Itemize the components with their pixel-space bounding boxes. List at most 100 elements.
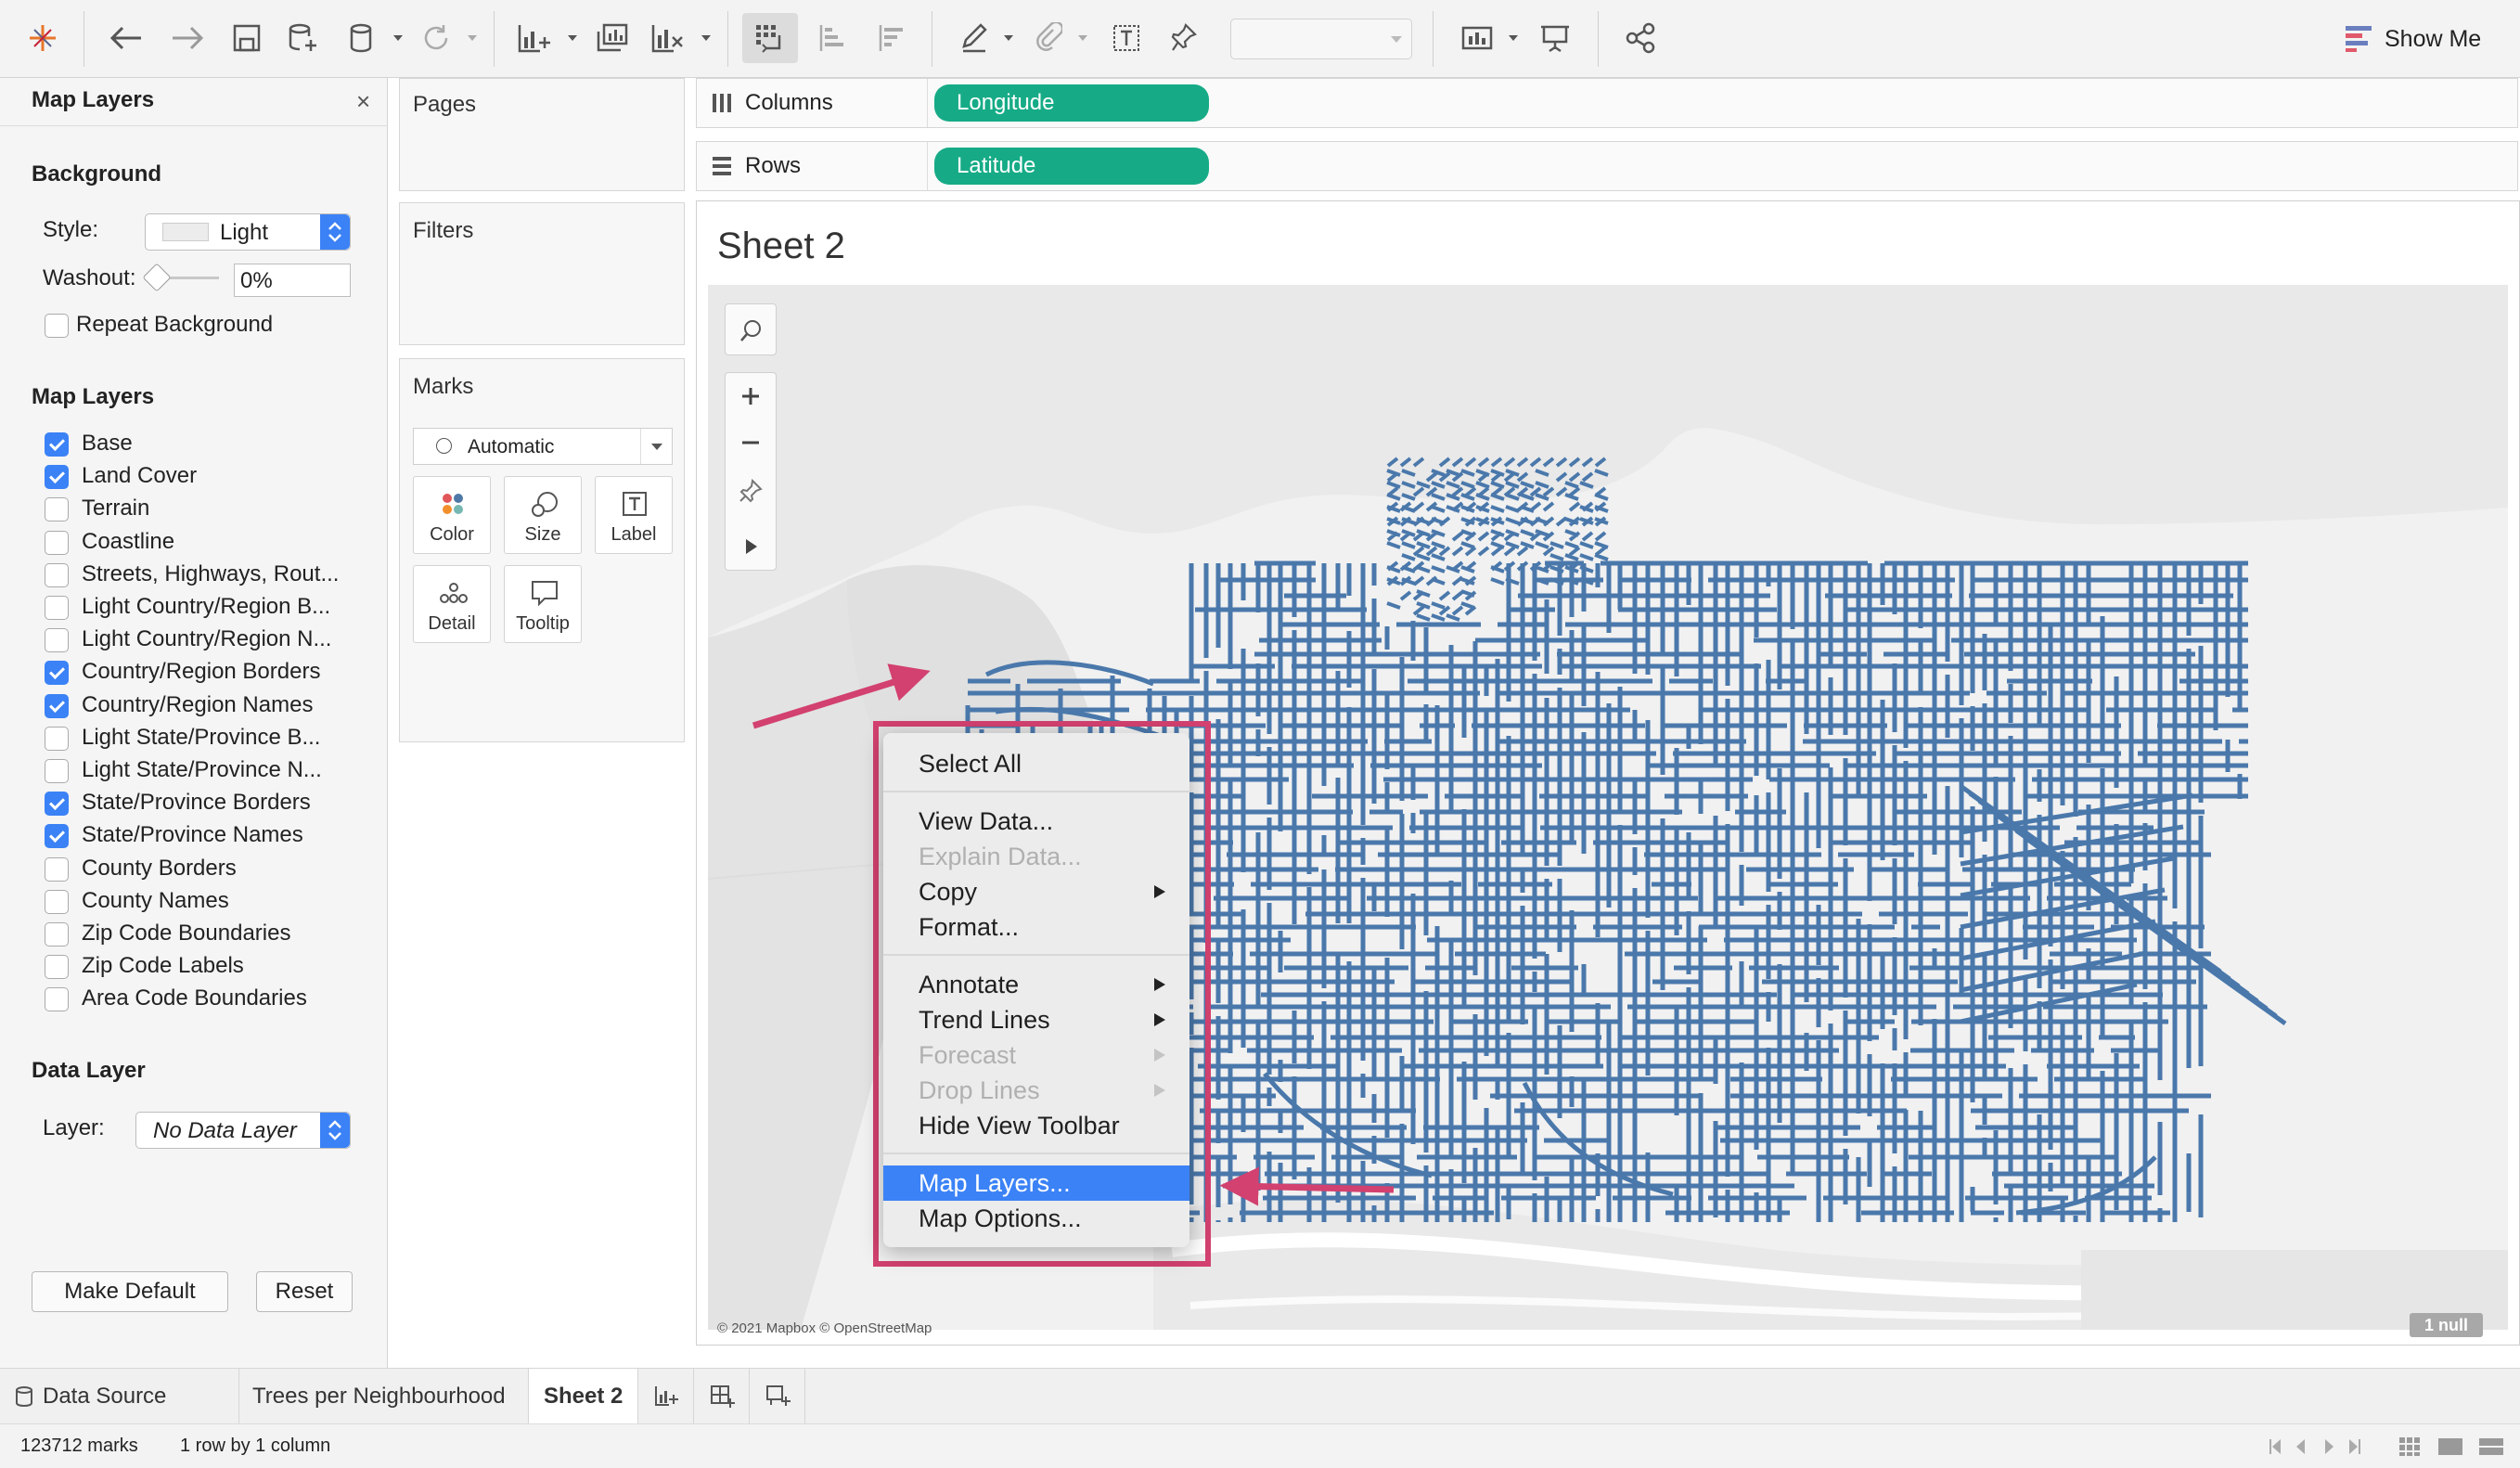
data-source-icon[interactable] — [340, 16, 384, 60]
new-dashboard-icon — [711, 1385, 735, 1408]
mark-type-dropdown[interactable]: Automatic — [413, 428, 673, 465]
presentation-toggle-icon[interactable] — [1455, 16, 1499, 60]
menu-item-map-options[interactable]: Map Options... — [883, 1201, 1189, 1236]
tab-sheet-2[interactable]: Sheet 2 — [529, 1369, 638, 1424]
menu-item-format[interactable]: Format... — [883, 909, 1189, 945]
menu-item-select-all[interactable]: Select All — [883, 746, 1189, 781]
menu-item-hide-view-toolbar[interactable]: Hide View Toolbar — [883, 1108, 1189, 1143]
undo-icon[interactable] — [104, 16, 148, 60]
swap-rows-columns-icon[interactable] — [742, 13, 798, 63]
layer-label: Land Cover — [82, 463, 198, 489]
pin-map-button[interactable] — [726, 466, 776, 516]
tab-data-source[interactable]: Data Source — [0, 1369, 239, 1424]
layer-checkbox[interactable] — [45, 497, 69, 522]
layer-checkbox[interactable] — [45, 824, 69, 849]
washout-input[interactable]: 0% — [234, 264, 351, 297]
style-label: Style: — [43, 217, 99, 242]
layer-checkbox[interactable] — [45, 889, 69, 914]
tab-trees-per-neighbourhood[interactable]: Trees per Neighbourhood — [239, 1369, 529, 1424]
close-icon[interactable]: × — [356, 87, 370, 116]
menu-separator — [883, 954, 1189, 956]
refresh-icon[interactable] — [414, 16, 458, 60]
fix-axes-pin-icon[interactable] — [1162, 16, 1206, 60]
new-dashboard-tab-button[interactable] — [694, 1369, 750, 1424]
menu-item-trend-lines[interactable]: Trend Lines — [883, 1002, 1189, 1037]
zoom-in-button[interactable] — [726, 373, 776, 419]
zoom-out-button[interactable] — [726, 419, 776, 466]
columns-shelf[interactable]: Columns Longitude — [696, 78, 2518, 128]
clear-sheet-icon[interactable] — [646, 16, 690, 60]
make-default-button[interactable]: Make Default — [32, 1271, 228, 1312]
label-mark-button[interactable]: Label — [595, 476, 673, 554]
layer-checkbox[interactable] — [45, 726, 69, 751]
show-mark-labels-icon[interactable] — [1104, 16, 1149, 60]
tableau-logo-icon[interactable] — [20, 16, 65, 60]
repeat-background-checkbox[interactable] — [45, 314, 69, 338]
highlight-icon[interactable] — [952, 16, 996, 60]
layer-checkbox[interactable] — [45, 693, 69, 718]
repeat-background-label: Repeat Background — [76, 312, 274, 337]
marks-card: Marks Automatic Color Size Label Detail … — [399, 358, 685, 742]
sort-ascending-icon[interactable] — [811, 16, 855, 60]
layer-checkbox[interactable] — [45, 465, 69, 490]
layer-checkbox[interactable] — [45, 530, 69, 555]
save-icon[interactable] — [225, 16, 269, 60]
new-worksheet-icon[interactable] — [512, 16, 557, 60]
size-mark-button[interactable]: Size — [504, 476, 582, 554]
data-layer-heading: Data Layer — [32, 1058, 146, 1083]
fit-dropdown[interactable] — [1230, 19, 1412, 59]
layer-checkbox[interactable] — [45, 596, 69, 620]
null-indicator-badge[interactable]: 1 null — [2410, 1313, 2484, 1337]
sort-descending-icon[interactable] — [870, 16, 915, 60]
washout-slider[interactable] — [142, 263, 219, 292]
layer-checkbox[interactable] — [45, 955, 69, 980]
new-data-source-icon[interactable] — [280, 16, 325, 60]
layer-checkbox[interactable] — [45, 661, 69, 686]
layer-checkbox[interactable] — [45, 922, 69, 946]
map-layers-list[interactable]: Base Land Cover Terrain Coastline Streets, H… — [0, 425, 388, 1091]
redo-icon[interactable] — [165, 16, 210, 60]
layer-checkbox[interactable] — [45, 628, 69, 653]
label-label: Label — [611, 524, 657, 545]
map-search-button[interactable] — [725, 303, 777, 355]
tooltip-mark-button[interactable]: Tooltip — [504, 565, 582, 643]
map-layers-panel-header: Map Layers × — [0, 78, 388, 126]
layer-checkbox[interactable] — [45, 562, 69, 587]
menu-item-annotate[interactable]: Annotate — [883, 967, 1189, 1002]
detail-mark-button[interactable]: Detail — [413, 565, 491, 643]
show-me-button[interactable]: Show Me — [2342, 22, 2518, 56]
sheet-navigation-icons[interactable] — [2268, 1437, 2370, 1456]
color-mark-button[interactable]: Color — [413, 476, 491, 554]
menu-item-label: Drop Lines — [919, 1076, 1040, 1104]
reset-button[interactable]: Reset — [256, 1271, 353, 1312]
layer-checkbox[interactable] — [45, 759, 69, 783]
rows-shelf[interactable]: Rows Latitude — [696, 141, 2518, 191]
share-icon[interactable] — [1618, 16, 1663, 60]
menu-item-copy[interactable]: Copy — [883, 874, 1189, 909]
menu-item-view-data[interactable]: View Data... — [883, 804, 1189, 839]
layer-checkbox[interactable] — [45, 987, 69, 1012]
style-select[interactable]: Light — [145, 213, 351, 251]
expand-toolbar-button[interactable] — [726, 523, 776, 570]
pages-card[interactable]: Pages — [399, 78, 685, 191]
presentation-mode-icon[interactable] — [1533, 16, 1577, 60]
menu-item-map-layers[interactable]: Map Layers... — [883, 1165, 1189, 1201]
new-story-tab-button[interactable] — [750, 1369, 805, 1424]
size-label: Size — [524, 524, 561, 545]
layer-checkbox[interactable] — [45, 432, 69, 457]
data-layer-select[interactable]: No Data Layer — [135, 1112, 351, 1149]
duplicate-sheet-icon[interactable] — [590, 16, 635, 60]
layer-checkbox[interactable] — [45, 856, 69, 882]
view-mode-icons[interactable] — [2398, 1436, 2509, 1458]
menu-separator — [883, 791, 1189, 792]
color-label: Color — [430, 524, 474, 545]
new-worksheet-tab-button[interactable] — [638, 1369, 694, 1424]
latitude-pill[interactable]: Latitude — [934, 148, 1209, 185]
zoom-out-icon — [742, 441, 759, 444]
filters-card[interactable]: Filters — [399, 202, 685, 345]
menu-separator — [883, 1153, 1189, 1154]
group-members-icon[interactable] — [1026, 16, 1071, 60]
slider-handle[interactable] — [142, 263, 172, 292]
longitude-pill[interactable]: Longitude — [934, 84, 1209, 122]
layer-checkbox[interactable] — [45, 792, 69, 817]
